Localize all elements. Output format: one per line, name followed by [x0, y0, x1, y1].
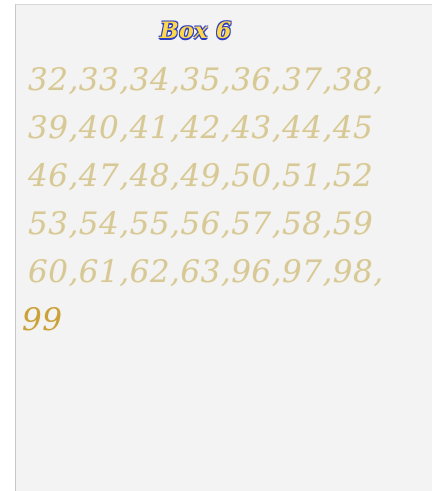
number-line-6: 99	[22, 302, 63, 338]
number-line-3: 46,47,48,49,50,51,52	[28, 158, 374, 194]
number-list: 32,33,34,35,36,37,38, 39,40,41,42,43,44,…	[22, 56, 423, 344]
number-line-2: 39,40,41,42,43,44,45	[28, 110, 374, 146]
number-line-5: 60,61,62,63,96,97,98,	[28, 254, 384, 290]
number-line-1: 32,33,34,35,36,37,38,	[28, 62, 384, 98]
number-line-4: 53,54,55,56,57,58,59	[28, 206, 374, 242]
box-title: Box 6	[160, 18, 232, 44]
page: Box 6 32,33,34,35,36,37,38, 39,40,41,42,…	[0, 0, 432, 491]
